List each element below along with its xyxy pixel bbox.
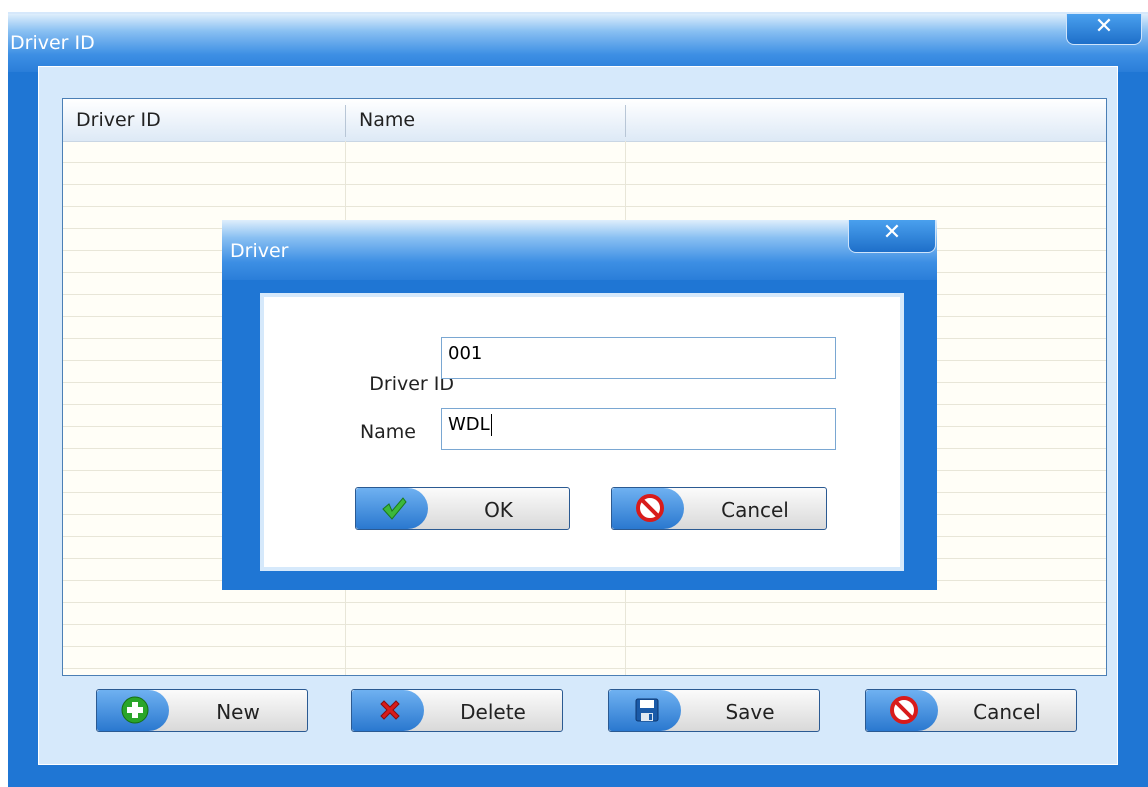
checkmark-icon xyxy=(382,497,407,520)
save-button-label: Save xyxy=(725,700,775,724)
table-header: Driver ID Name xyxy=(63,99,1106,142)
column-header-name[interactable]: Name xyxy=(359,109,415,131)
cancel-button[interactable]: Cancel xyxy=(865,689,1077,732)
text-caret xyxy=(490,414,492,436)
new-button-label: New xyxy=(216,700,260,724)
name-field[interactable]: WDL xyxy=(441,408,836,450)
save-button[interactable]: Save xyxy=(608,689,820,732)
column-divider[interactable] xyxy=(625,105,626,137)
window-titlebar[interactable]: Driver ID ✕ xyxy=(8,14,1148,72)
plus-circle-icon xyxy=(121,696,149,724)
red-x-icon xyxy=(380,700,400,720)
driver-id-field[interactable]: 001 xyxy=(441,337,836,379)
no-entry-icon xyxy=(890,696,918,724)
driver-dialog: Driver ✕ Driver ID 001 Name WDL OK Cance… xyxy=(222,220,937,590)
window-title: Driver ID xyxy=(10,32,95,54)
dialog-titlebar[interactable]: Driver ✕ xyxy=(222,220,937,280)
close-icon: ✕ xyxy=(1094,14,1114,39)
floppy-disk-icon xyxy=(635,698,659,722)
new-button[interactable]: New xyxy=(96,689,308,732)
name-label: Name xyxy=(359,421,416,443)
driver-id-value: 001 xyxy=(448,343,483,364)
ok-button-label: OK xyxy=(484,498,513,522)
column-divider[interactable] xyxy=(345,105,346,137)
driver-id-label: Driver ID xyxy=(369,373,454,395)
delete-button[interactable]: Delete xyxy=(351,689,563,732)
dialog-title: Driver xyxy=(230,240,289,262)
cancel-button-label: Cancel xyxy=(973,700,1041,724)
dialog-cancel-button[interactable]: Cancel xyxy=(611,487,827,530)
close-icon: ✕ xyxy=(882,220,902,245)
no-entry-icon xyxy=(636,494,664,522)
column-header-driver-id[interactable]: Driver ID xyxy=(76,109,161,131)
window-close-button[interactable]: ✕ xyxy=(1066,14,1142,45)
dialog-cancel-button-label: Cancel xyxy=(721,498,789,522)
name-value: WDL xyxy=(448,414,490,435)
dialog-close-button[interactable]: ✕ xyxy=(848,220,936,253)
ok-button[interactable]: OK xyxy=(355,487,570,530)
delete-button-label: Delete xyxy=(460,700,526,724)
